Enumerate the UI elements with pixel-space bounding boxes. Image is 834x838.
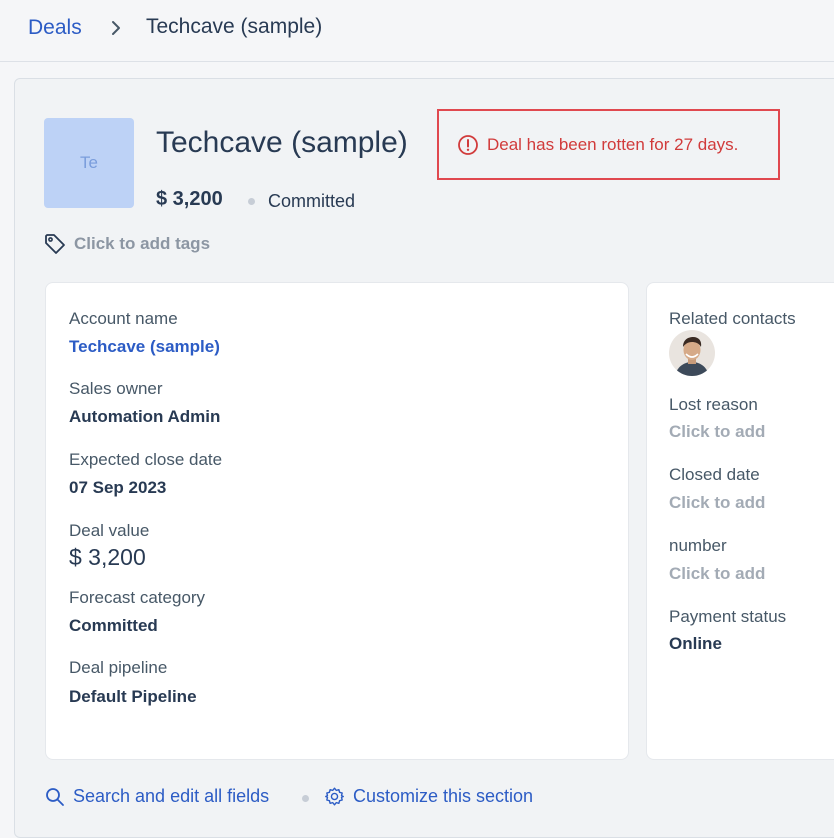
forecast-value[interactable]: Committed [69, 616, 158, 636]
number-label: number [669, 536, 727, 555]
add-tags-button[interactable]: Click to add tags [44, 233, 210, 255]
search-edit-fields-link[interactable]: Search and edit all fields [45, 786, 269, 807]
sales-owner-value[interactable]: Automation Admin [69, 407, 220, 427]
deal-avatar: Te [44, 118, 134, 208]
forecast-label: Forecast category [69, 588, 206, 607]
lost-reason-add[interactable]: Click to add [669, 422, 765, 442]
separator-dot [302, 795, 309, 802]
search-icon [46, 787, 64, 806]
separator-dot [248, 198, 255, 205]
closed-date-label: Closed date [669, 465, 760, 484]
payment-status-label: Payment status [669, 607, 787, 626]
deal-stage: Committed [268, 191, 356, 211]
deal-amount: $ 3,200 [156, 188, 223, 210]
sales-owner-label: Sales owner [69, 379, 163, 398]
close-date-value[interactable]: 07 Sep 2023 [69, 478, 166, 498]
deal-value-label: Deal value [69, 521, 150, 540]
closed-date-add[interactable]: Click to add [669, 493, 765, 513]
deal-avatar-initials: Te [80, 153, 98, 172]
account-name-link[interactable]: Techcave (sample) [69, 337, 220, 357]
tag-icon [45, 234, 65, 254]
add-tags-label: Click to add tags [74, 234, 211, 253]
search-edit-fields-label: Search and edit all fields [73, 786, 270, 806]
pipeline-value[interactable]: Default Pipeline [69, 687, 197, 707]
rotten-alert-text: Deal has been rotten for 27 days. [487, 134, 739, 154]
alert-circle-icon [458, 134, 478, 155]
deal-title: Techcave (sample) [156, 126, 408, 159]
breadcrumb: Deals Techcave (sample) [0, 0, 834, 62]
related-contacts-label: Related contacts [669, 309, 796, 328]
contact-photo [669, 330, 715, 376]
contact-avatar[interactable] [669, 330, 715, 376]
pipeline-label: Deal pipeline [69, 658, 168, 677]
breadcrumb-deals-link[interactable]: Deals [28, 16, 82, 40]
customize-section-label: Customize this section [353, 786, 534, 806]
account-name-label: Account name [69, 309, 178, 328]
number-add[interactable]: Click to add [669, 564, 765, 584]
close-date-label: Expected close date [69, 450, 223, 469]
chevron-right-icon [112, 21, 120, 35]
customize-section-link[interactable]: Customize this section [324, 786, 533, 807]
breadcrumb-current: Techcave (sample) [146, 15, 323, 38]
gear-icon [325, 787, 344, 806]
lost-reason-label: Lost reason [669, 395, 758, 414]
payment-status-value[interactable]: Online [669, 634, 722, 654]
rotten-alert: Deal has been rotten for 27 days. [437, 109, 780, 180]
deal-value-value[interactable]: $ 3,200 [69, 544, 146, 571]
